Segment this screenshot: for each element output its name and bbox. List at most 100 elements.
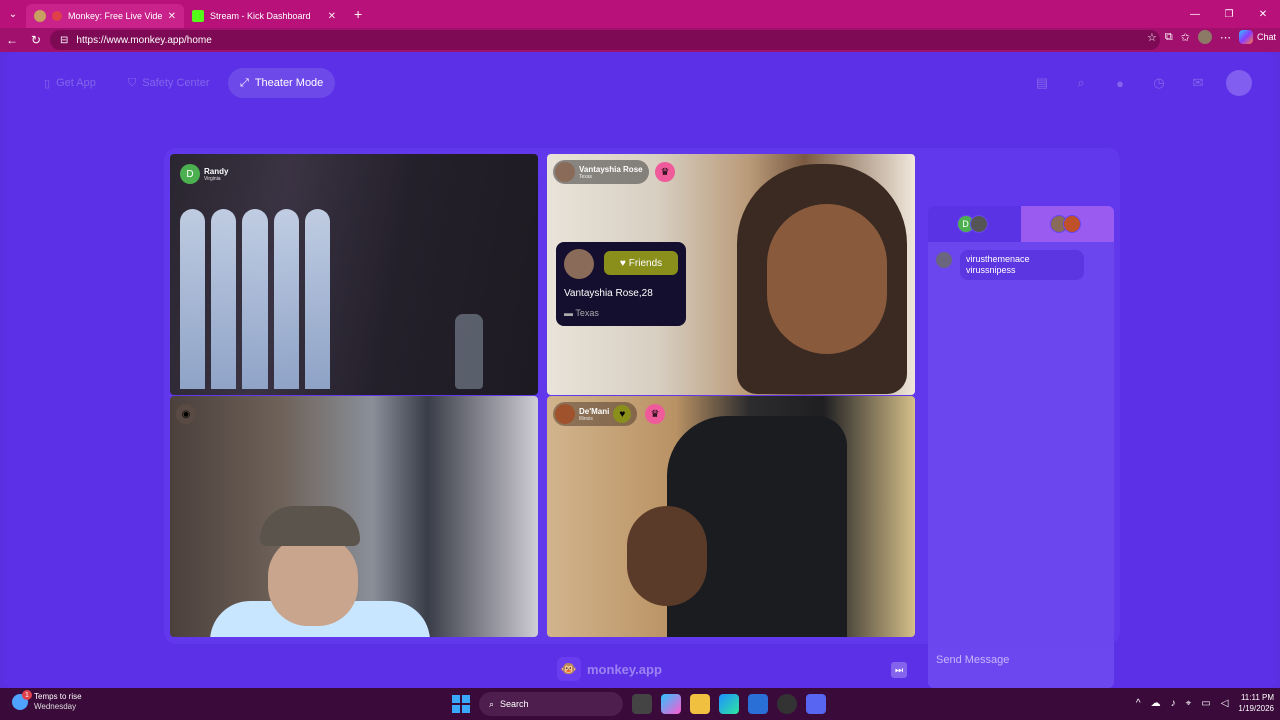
avatar [555, 404, 575, 424]
theater-mode-button[interactable]: ⤢ Theater Mode [228, 68, 336, 98]
outlook-icon[interactable] [748, 694, 768, 714]
history-icon[interactable]: ◷ [1148, 72, 1170, 94]
user-name: Vantayshia Rose [579, 164, 643, 174]
close-window-icon[interactable]: ✕ [1246, 0, 1280, 28]
site-info-icon[interactable]: ⊟ [60, 35, 68, 46]
gift-icon[interactable]: ♛ [655, 162, 675, 182]
chat-tabs: D [928, 206, 1114, 242]
tab-kick[interactable]: Stream - Kick Dashboard ✕ [184, 4, 344, 28]
heart-icon: ♥ [619, 257, 626, 269]
obs-icon[interactable] [777, 694, 797, 714]
user-location: Texas [579, 173, 593, 180]
copilot-icon [1238, 30, 1253, 44]
gift-icon[interactable]: ♛ [645, 404, 665, 424]
url-text: https://www.monkey.app/home [76, 34, 212, 46]
water-bottle [455, 314, 483, 389]
thermometer-icon: 1 [12, 690, 32, 710]
user-avatar[interactable] [1226, 70, 1252, 96]
camera-switch-icon[interactable]: ◉ [176, 404, 196, 424]
chat-tab-group-2[interactable] [1021, 206, 1114, 242]
close-tab-icon[interactable]: ✕ [168, 11, 176, 22]
profile-card: ♥ Friends Vantayshia Rose,28 ▬ Texas [556, 242, 686, 326]
file-explorer-icon[interactable] [690, 694, 710, 714]
windows-taskbar: 1 Temps to rise Wednesday ⌕ Search ^ ☁ ♪… [0, 688, 1280, 720]
tab-menu-chevron-icon[interactable]: ⌄ [0, 0, 26, 28]
expand-icon: ⤢ [240, 76, 249, 89]
monkey-logo-icon: 🐵 [557, 657, 581, 681]
taskbar-search[interactable]: ⌕ Search [479, 692, 623, 716]
messages-icon[interactable]: ✉ [1187, 72, 1209, 94]
send-message-input[interactable]: Send Message [928, 648, 1114, 688]
avatar [555, 162, 575, 182]
cloud-icon[interactable]: ☁ [1151, 698, 1161, 709]
copilot-icon[interactable] [661, 694, 681, 714]
skip-icon[interactable]: ⏭ [891, 662, 907, 678]
favorites-icon[interactable]: ✩ [1181, 31, 1190, 44]
windows-start-icon[interactable] [452, 695, 470, 713]
recording-icon [52, 11, 62, 21]
chat-panel: D virusthemenace virussnipess [928, 206, 1114, 688]
friends-button[interactable]: ♥ Friends [604, 251, 678, 275]
taskbar-apps: ⌕ Search [452, 692, 826, 716]
video-tile-randy: D Randy Virginia [170, 154, 538, 395]
volume-icon[interactable]: ◁ [1221, 698, 1229, 709]
more-icon[interactable]: ⋯ [1220, 31, 1231, 44]
minimize-icon[interactable]: — [1178, 0, 1212, 28]
toolbar-icons: ☆ ⧉ ✩ ⋯ Chat [1147, 30, 1276, 44]
user-chip-vantayshia[interactable]: Vantayshia Rose Texas [553, 160, 649, 184]
profile-avatar [564, 249, 594, 279]
favorite-star-icon[interactable]: ☆ [1147, 31, 1157, 44]
refresh-icon[interactable]: ↻ [24, 28, 48, 52]
friends-icon[interactable]: ● [1109, 72, 1131, 94]
video-tile-self: ◉ [170, 396, 538, 637]
avatar [1062, 215, 1081, 233]
chat-tab-group-1[interactable]: D [928, 206, 1021, 242]
user-name: De'Mani [579, 406, 610, 416]
split-screen-icon[interactable]: ⧉ [1165, 31, 1173, 44]
user-chip-demani[interactable]: De'Mani Illinois ♥ [553, 402, 638, 426]
shield-icon: ⛉ [128, 76, 137, 89]
monkey-favicon-icon [34, 10, 46, 22]
background-windows [180, 209, 331, 389]
participant-video [607, 416, 867, 637]
clock[interactable]: 11:11 PM 1/19/2026 [1238, 692, 1274, 714]
new-tab-button[interactable]: + [354, 6, 362, 22]
task-view-icon[interactable] [632, 694, 652, 714]
video-tile-demani: De'Mani Illinois ♥ ♛ [547, 396, 915, 637]
participant-video [737, 164, 907, 394]
network-icon[interactable]: ▭ [1201, 698, 1210, 709]
heart-icon[interactable]: ♥ [613, 405, 632, 423]
user-chip-randy[interactable]: D Randy Virginia [178, 162, 234, 186]
location-icon[interactable]: ⌖ [1186, 698, 1192, 709]
discord-icon[interactable] [806, 694, 826, 714]
header-icons: ▤ ⌕ ● ◷ ✉ [1031, 70, 1252, 96]
kick-favicon-icon [192, 10, 204, 22]
profile-name: Vantayshia Rose,28 [564, 288, 653, 299]
user-location: Illinois [579, 415, 593, 422]
close-tab-icon[interactable]: ✕ [328, 11, 336, 22]
browser-tab-bar: ⌄ Monkey: Free Live Video Chat ✕ Stream … [0, 0, 1280, 28]
safety-center-button[interactable]: ⛉ Safety Center [116, 68, 222, 98]
profile-location: ▬ Texas [564, 308, 599, 318]
user-name: Randy [204, 166, 229, 176]
edge-icon[interactable] [719, 694, 739, 714]
tab-label: Monkey: Free Live Video Chat [68, 11, 162, 21]
weather-widget[interactable]: 1 Temps to rise Wednesday [12, 690, 82, 712]
profile-avatar[interactable] [1197, 30, 1212, 44]
search-icon[interactable]: ⌕ [1070, 72, 1092, 94]
back-icon[interactable]: ← [0, 28, 24, 52]
get-app-button[interactable]: ▯ Get App [32, 68, 108, 98]
address-bar: ← ↻ ⊟ https://www.monkey.app/home ☆ ⧉ ✩ … [0, 28, 1280, 52]
restore-icon[interactable]: ❐ [1212, 0, 1246, 28]
url-field[interactable]: ⊟ https://www.monkey.app/home [50, 30, 1160, 50]
page-header: ▯ Get App ⛉ Safety Center ⤢ Theater Mode… [4, 68, 1276, 98]
message-text: virusthemenace virussnipess [960, 250, 1084, 280]
shop-icon[interactable]: ▤ [1031, 72, 1053, 94]
sender-avatar [936, 252, 952, 268]
chevron-up-icon[interactable]: ^ [1136, 698, 1141, 709]
copilot-chat-button[interactable]: Chat [1238, 30, 1276, 44]
phone-icon: ▯ [44, 77, 51, 90]
user-location: Virginia [204, 175, 221, 182]
tab-monkey[interactable]: Monkey: Free Live Video Chat ✕ [26, 4, 184, 28]
microphone-icon[interactable]: ♪ [1171, 698, 1176, 709]
